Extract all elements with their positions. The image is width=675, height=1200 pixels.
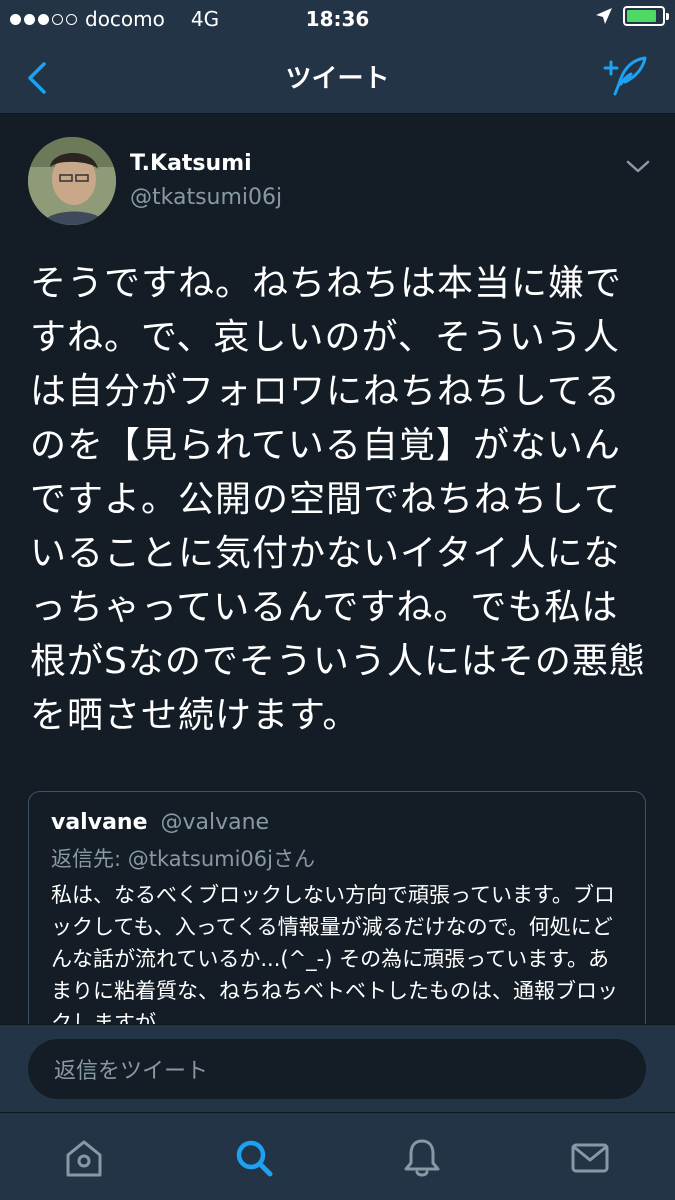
search-icon [236,1140,273,1177]
battery-level [627,10,656,22]
location-arrow-icon [596,8,612,24]
chevron-down-icon [626,160,650,173]
tab-notifications[interactable] [400,1137,444,1179]
author-name[interactable]: T.Katsumi [130,151,252,176]
tweet-options-button[interactable] [625,157,651,177]
bell-icon [404,1139,440,1177]
tab-bar [0,1112,675,1200]
tweet-text: そうですね。ねちねちは本当に嫌ですね。で、哀しいのが、そういう人は自分がフォロワ… [30,263,646,736]
tab-search[interactable] [232,1137,276,1179]
page-title: ツイート [285,64,390,94]
reply-bar: 返信をツイート [0,1024,675,1112]
tab-home[interactable] [62,1137,106,1179]
tweet-detail: T.Katsumi @tkatsumi06j そうですね。ねちねちは本当に嫌です… [0,115,675,1025]
status-right [595,6,669,26]
status-bar: docomo 4G 18:36 [0,0,675,38]
author-handle[interactable]: @tkatsumi06j [130,185,282,210]
reply-input[interactable]: 返信をツイート [28,1039,646,1099]
quoted-tweet-text: 私は、なるべくブロックしない方向で頑張っています。ブロックしても、入ってくる情報… [51,883,618,1025]
avatar[interactable] [28,137,116,225]
quoted-reply-to: 返信先: @tkatsumi06jさん [51,847,315,871]
mail-icon [571,1143,609,1173]
quoted-tweet-header: valvane @valvane [51,810,623,835]
quoted-author-handle: @valvane [160,810,270,835]
navigation-bar: ツイート [0,38,675,114]
home-icon [66,1140,102,1177]
tab-messages[interactable] [568,1137,612,1179]
avatar-photo [28,137,116,225]
compose-tweet-button[interactable] [601,54,651,98]
quoted-tweet-card[interactable]: valvane @valvane 返信先: @tkatsumi06jさん 私は、… [28,791,646,1025]
battery-icon [623,6,669,26]
compose-feather-icon [603,56,647,96]
clock: 18:36 [305,7,370,31]
quoted-author-name: valvane [51,810,148,835]
